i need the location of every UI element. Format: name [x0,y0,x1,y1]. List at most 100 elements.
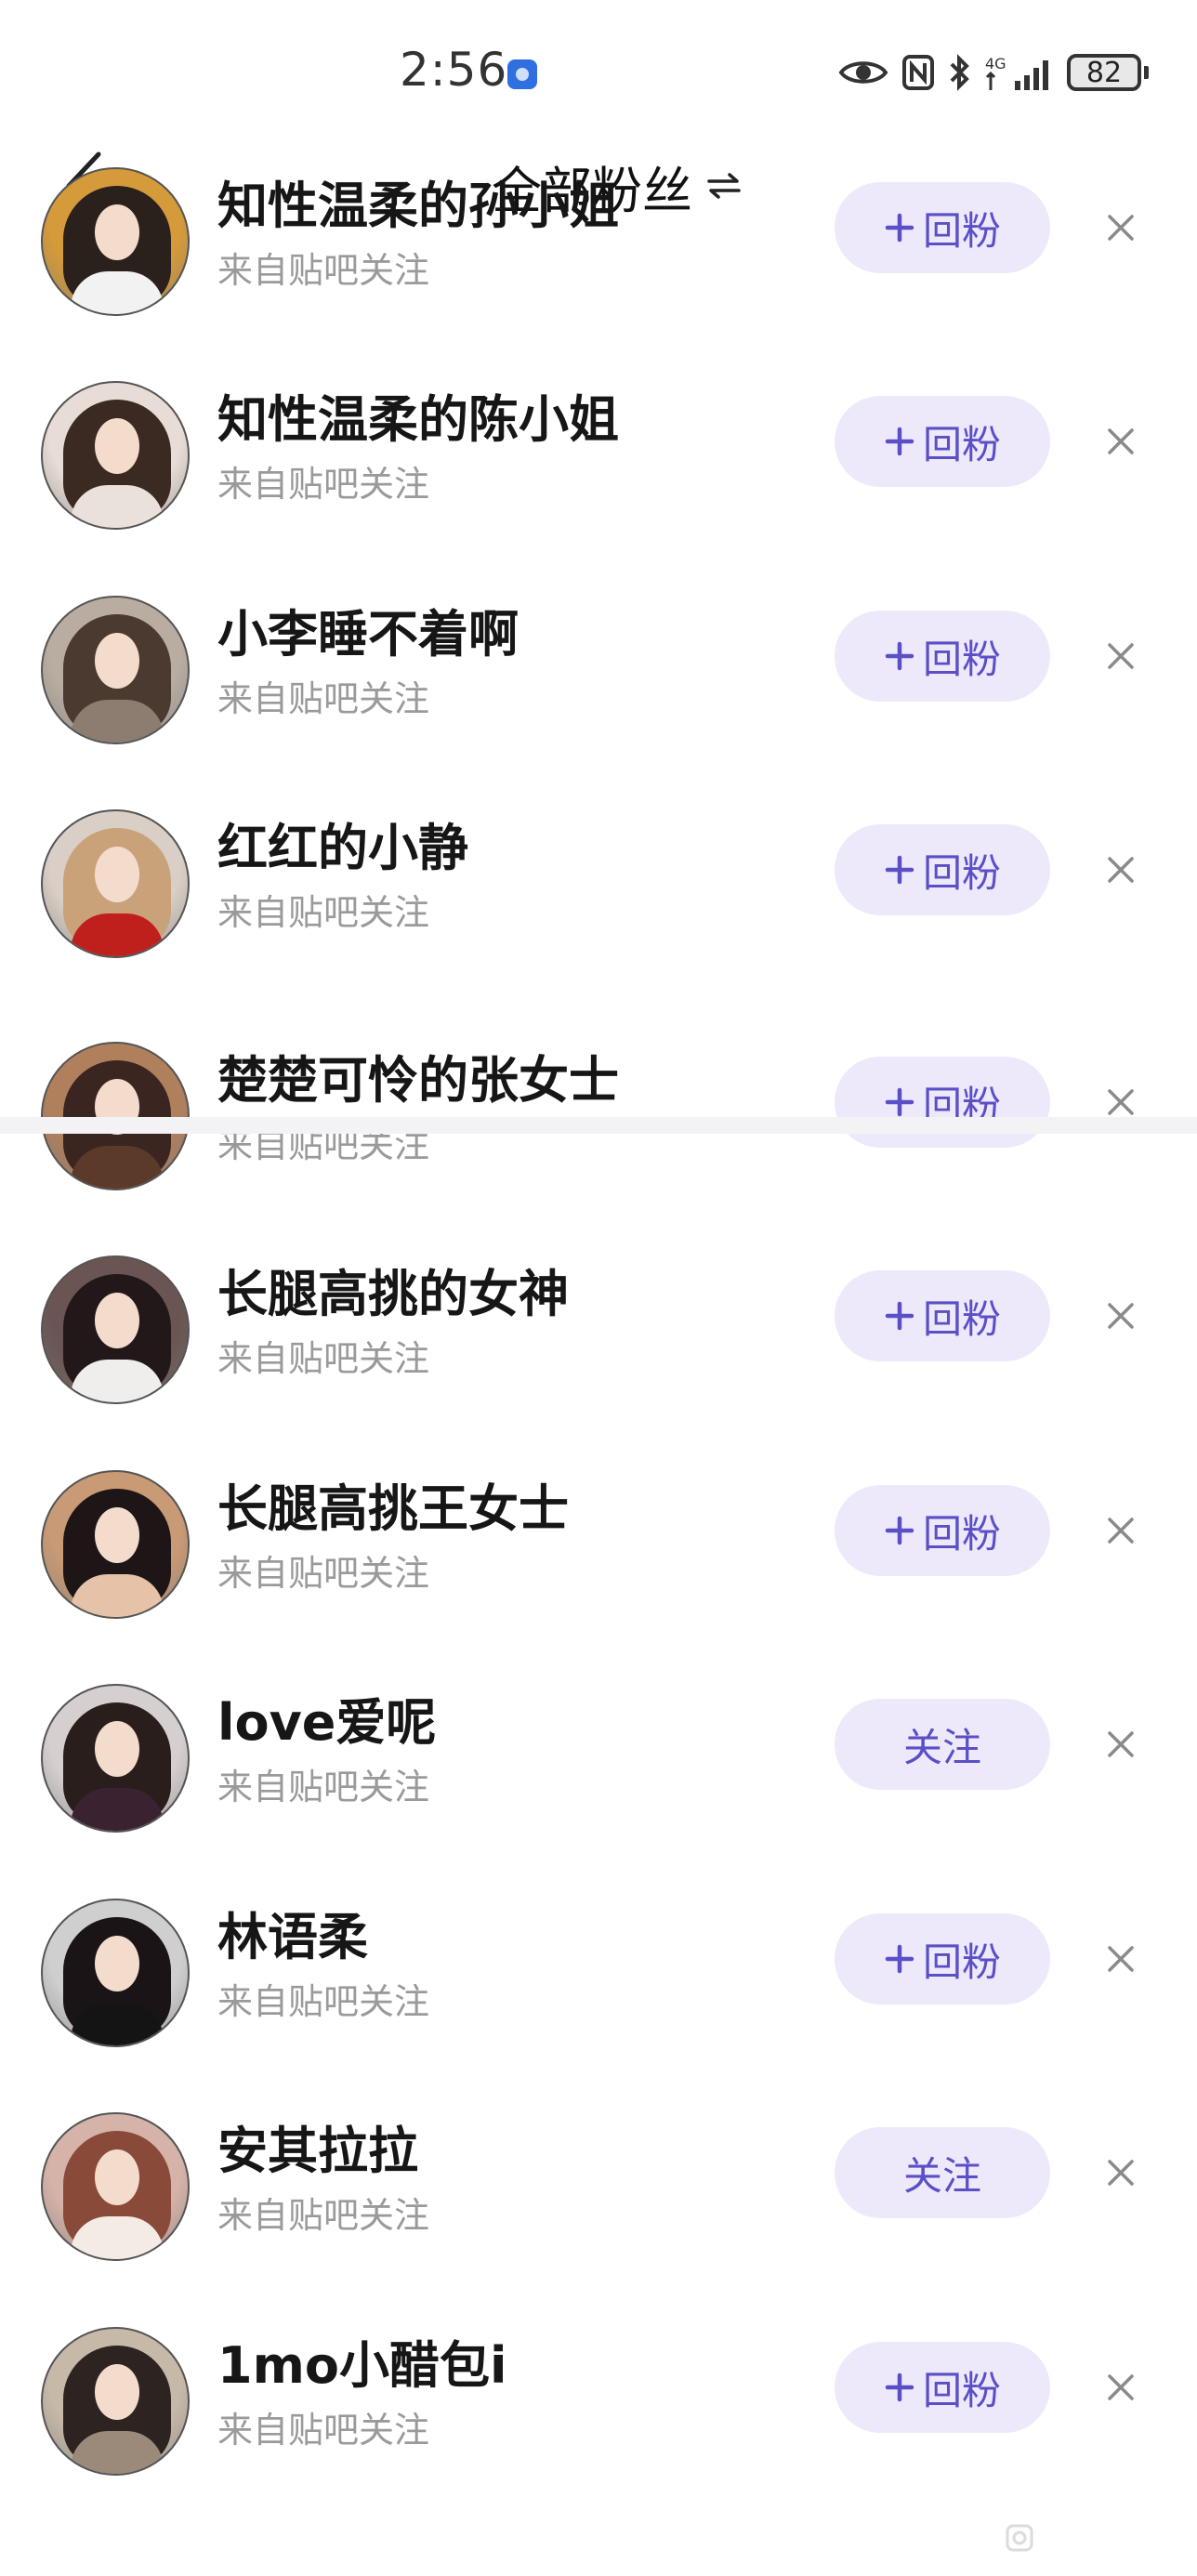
dismiss-button[interactable] [1093,1716,1149,1772]
follow-back-button[interactable]: 回粉 [835,396,1050,487]
dismiss-button[interactable] [1093,1288,1149,1344]
close-icon [1108,1731,1134,1757]
avatar[interactable] [41,167,190,316]
action-label: 回粉 [922,849,1001,896]
bluetooth-icon [948,53,972,92]
network-label: 4G [985,55,1006,72]
plus-icon [884,1515,915,1546]
status-bar: 2:56 4G 82 [0,0,1197,139]
nfc-icon [901,54,935,91]
fan-row[interactable]: 1mo小醋包i 来自贴吧关注 回粉 [0,2313,1197,2527]
follow-button[interactable]: 关注 [835,2127,1050,2218]
action-label: 回粉 [922,2367,1001,2413]
dismiss-button[interactable] [1093,414,1149,469]
follow-back-button[interactable]: 回粉 [835,1270,1050,1361]
follow-back-button[interactable]: 回粉 [835,611,1050,702]
dismiss-button[interactable] [1093,842,1149,898]
status-icons: 4G 82 [838,46,1149,99]
follow-back-button[interactable]: 回粉 [835,182,1050,273]
fan-name: 知性温柔的陈小姐 [217,390,619,449]
avatar[interactable] [41,1684,190,1833]
plus-icon [884,1300,915,1332]
fan-row[interactable]: 知性温柔的陈小姐来自贴吧关注 回粉 [0,367,1197,581]
fan-row[interactable]: 安其拉拉 来自贴吧关注 关注 [0,2098,1197,2312]
dismiss-button[interactable] [1093,2145,1149,2201]
avatar[interactable] [41,596,190,744]
fan-row[interactable]: 红红的小静来自贴吧关注 回粉 [0,795,1197,1009]
avatar[interactable] [41,1042,190,1190]
close-icon [1108,643,1134,669]
avatar[interactable] [41,1899,190,2047]
fan-row[interactable]: 小李睡不着啊来自贴吧关注 回粉 [0,582,1197,795]
follow-back-button[interactable]: 回粉 [835,2342,1050,2433]
fan-row[interactable]: 长腿高挑的女神 来自贴吧关注 回粉 [0,1242,1197,1455]
follow-button[interactable]: 关注 [835,1699,1050,1790]
fan-source: 来自贴吧关注 [217,250,430,291]
close-icon [1108,857,1134,883]
fan-source: 来自贴吧关注 [217,892,430,933]
follow-back-button[interactable]: 回粉 [835,824,1050,915]
fan-row[interactable]: 长腿高挑王女士 来自贴吧关注 回粉 [0,1456,1197,1670]
fan-row[interactable]: 知性温柔的孙小姐来自贴吧关注 回粉 [0,153,1197,367]
close-icon [1108,215,1134,241]
avatar[interactable] [41,809,190,958]
dismiss-button[interactable] [1093,1931,1149,1987]
dismiss-button[interactable] [1093,1503,1149,1558]
close-icon [1108,1089,1134,1115]
battery-icon: 82 [1067,54,1149,91]
fan-name: love爱呢 [217,1693,437,1752]
action-label: 回粉 [922,1295,1001,1342]
action-label: 回粉 [922,1510,1001,1557]
avatar[interactable] [41,2327,190,2476]
plus-icon [884,426,915,457]
fan-source: 来自贴吧关注 [217,464,430,505]
dismiss-button[interactable] [1093,628,1149,684]
fan-name: 长腿高挑王女士 [217,1479,569,1538]
fan-source: 来自贴吧关注 [217,1767,430,1807]
plus-icon [884,854,915,886]
dismiss-button[interactable] [1093,200,1149,256]
fan-name: 长腿高挑的女神 [217,1265,569,1323]
close-icon [1108,428,1134,454]
app-notification-icon [507,59,537,89]
action-label: 关注 [902,1724,981,1770]
action-label: 回粉 [922,207,1001,254]
fan-name: 红红的小静 [217,819,468,877]
dismiss-button[interactable] [1093,2359,1149,2415]
fan-source: 来自贴吧关注 [217,2195,430,2236]
watermark-icon [1004,2520,1059,2557]
plus-icon [884,212,915,243]
avatar[interactable] [41,2112,190,2261]
plus-icon [884,640,915,672]
follow-back-button[interactable]: 回粉 [835,1913,1050,2004]
fan-row[interactable]: love爱呢来自贴吧关注 关注 [0,1670,1197,1884]
action-label: 关注 [902,2152,981,2199]
close-icon [1108,2374,1134,2400]
fan-name: 楚楚可怜的张女士 [217,1051,619,1110]
avatar[interactable] [41,1255,190,1404]
plus-icon [884,1943,915,1975]
fan-source: 来自贴吧关注 [217,678,430,719]
action-label: 回粉 [922,1939,1001,1985]
fan-row[interactable]: 林语柔 来自贴吧关注 回粉 [0,1885,1197,2098]
close-icon [1108,1946,1134,1972]
fan-source: 来自贴吧关注 [217,1981,430,2022]
fan-name: 小李睡不着啊 [217,605,519,664]
section-divider [0,1117,1197,1134]
action-label: 回粉 [922,421,1001,467]
close-icon [1108,1518,1134,1544]
follow-back-button[interactable]: 回粉 [835,1057,1050,1148]
avatar[interactable] [41,381,190,530]
close-icon [1108,1303,1134,1329]
eye-icon [838,57,888,88]
signal-icon: 4G [985,53,1054,92]
fan-source: 来自贴吧关注 [217,2410,430,2451]
action-label: 回粉 [922,636,1001,682]
plus-icon [884,1086,915,1118]
follow-back-button[interactable]: 回粉 [835,1485,1050,1576]
avatar[interactable] [41,1470,190,1619]
fan-row[interactable]: 楚楚可怜的张女士 来自贴吧关注 回粉 [0,1028,1197,1242]
fan-name: 知性温柔的孙小姐 [217,177,619,235]
fan-name: 1mo小醋包i [217,2336,507,2395]
battery-level: 82 [1067,54,1141,91]
